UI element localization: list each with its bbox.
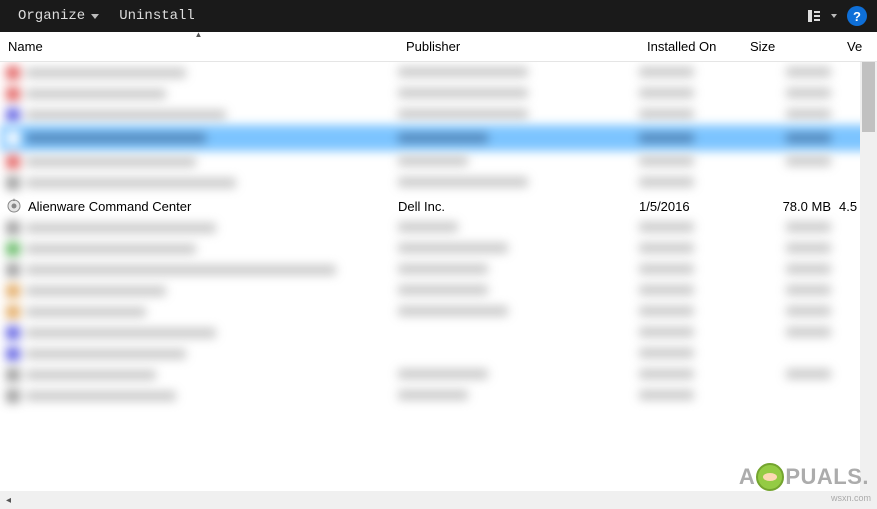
scrollbar-vertical[interactable] — [860, 62, 877, 491]
column-label: Size — [750, 39, 775, 54]
program-list: Alienware Command Center Dell Inc. 1/5/2… — [0, 62, 877, 491]
list-item[interactable] — [0, 104, 877, 125]
uninstall-label: Uninstall — [119, 8, 195, 24]
uninstall-button[interactable]: Uninstall — [111, 4, 203, 28]
list-item[interactable] — [0, 385, 877, 406]
help-icon[interactable]: ? — [847, 6, 867, 26]
column-header-publisher[interactable]: Publisher — [398, 32, 639, 61]
list-item[interactable] — [0, 172, 877, 193]
list-item[interactable] — [0, 343, 877, 364]
cell-name: Alienware Command Center — [6, 198, 398, 214]
column-header-size[interactable]: Size — [742, 32, 839, 61]
cell-size: 78.0 MB — [742, 199, 839, 214]
chevron-down-icon[interactable] — [831, 14, 837, 18]
list-item-alienware[interactable]: Alienware Command Center Dell Inc. 1/5/2… — [0, 193, 877, 217]
cell-installed-on: 1/5/2016 — [639, 199, 742, 214]
column-header-version[interactable]: Ve — [839, 32, 877, 61]
list-item[interactable] — [0, 259, 877, 280]
column-headers: Name Publisher Installed On Size Ve — [0, 32, 877, 62]
list-item[interactable] — [0, 238, 877, 259]
scrollbar-horizontal[interactable]: ◂ — [0, 491, 877, 509]
view-options-icon[interactable] — [807, 9, 821, 23]
app-icon — [6, 198, 22, 214]
list-item[interactable] — [0, 280, 877, 301]
list-item[interactable] — [0, 364, 877, 385]
chevron-down-icon — [91, 14, 99, 19]
cell-publisher: Dell Inc. — [398, 199, 639, 214]
toolbar-left: Organize Uninstall — [10, 4, 203, 28]
organize-button[interactable]: Organize — [10, 4, 107, 28]
list-item[interactable] — [0, 151, 877, 172]
list-item[interactable] — [0, 322, 877, 343]
toolbar: Organize Uninstall ? — [0, 0, 877, 32]
column-label: Name — [8, 39, 43, 54]
list-item[interactable] — [0, 301, 877, 322]
organize-label: Organize — [18, 8, 85, 24]
column-label: Ve — [847, 39, 862, 54]
program-name: Alienware Command Center — [28, 199, 191, 214]
list-item[interactable] — [0, 217, 877, 238]
toolbar-right: ? — [807, 6, 867, 26]
list-item[interactable] — [0, 62, 877, 83]
scroll-left-arrow-icon[interactable]: ◂ — [0, 492, 17, 509]
column-header-name[interactable]: Name — [0, 32, 398, 61]
column-label: Installed On — [647, 39, 716, 54]
scrollbar-thumb[interactable] — [862, 62, 875, 132]
column-label: Publisher — [406, 39, 460, 54]
list-item[interactable] — [0, 83, 877, 104]
column-header-installed-on[interactable]: Installed On — [639, 32, 742, 61]
list-item-selected[interactable] — [0, 125, 877, 151]
